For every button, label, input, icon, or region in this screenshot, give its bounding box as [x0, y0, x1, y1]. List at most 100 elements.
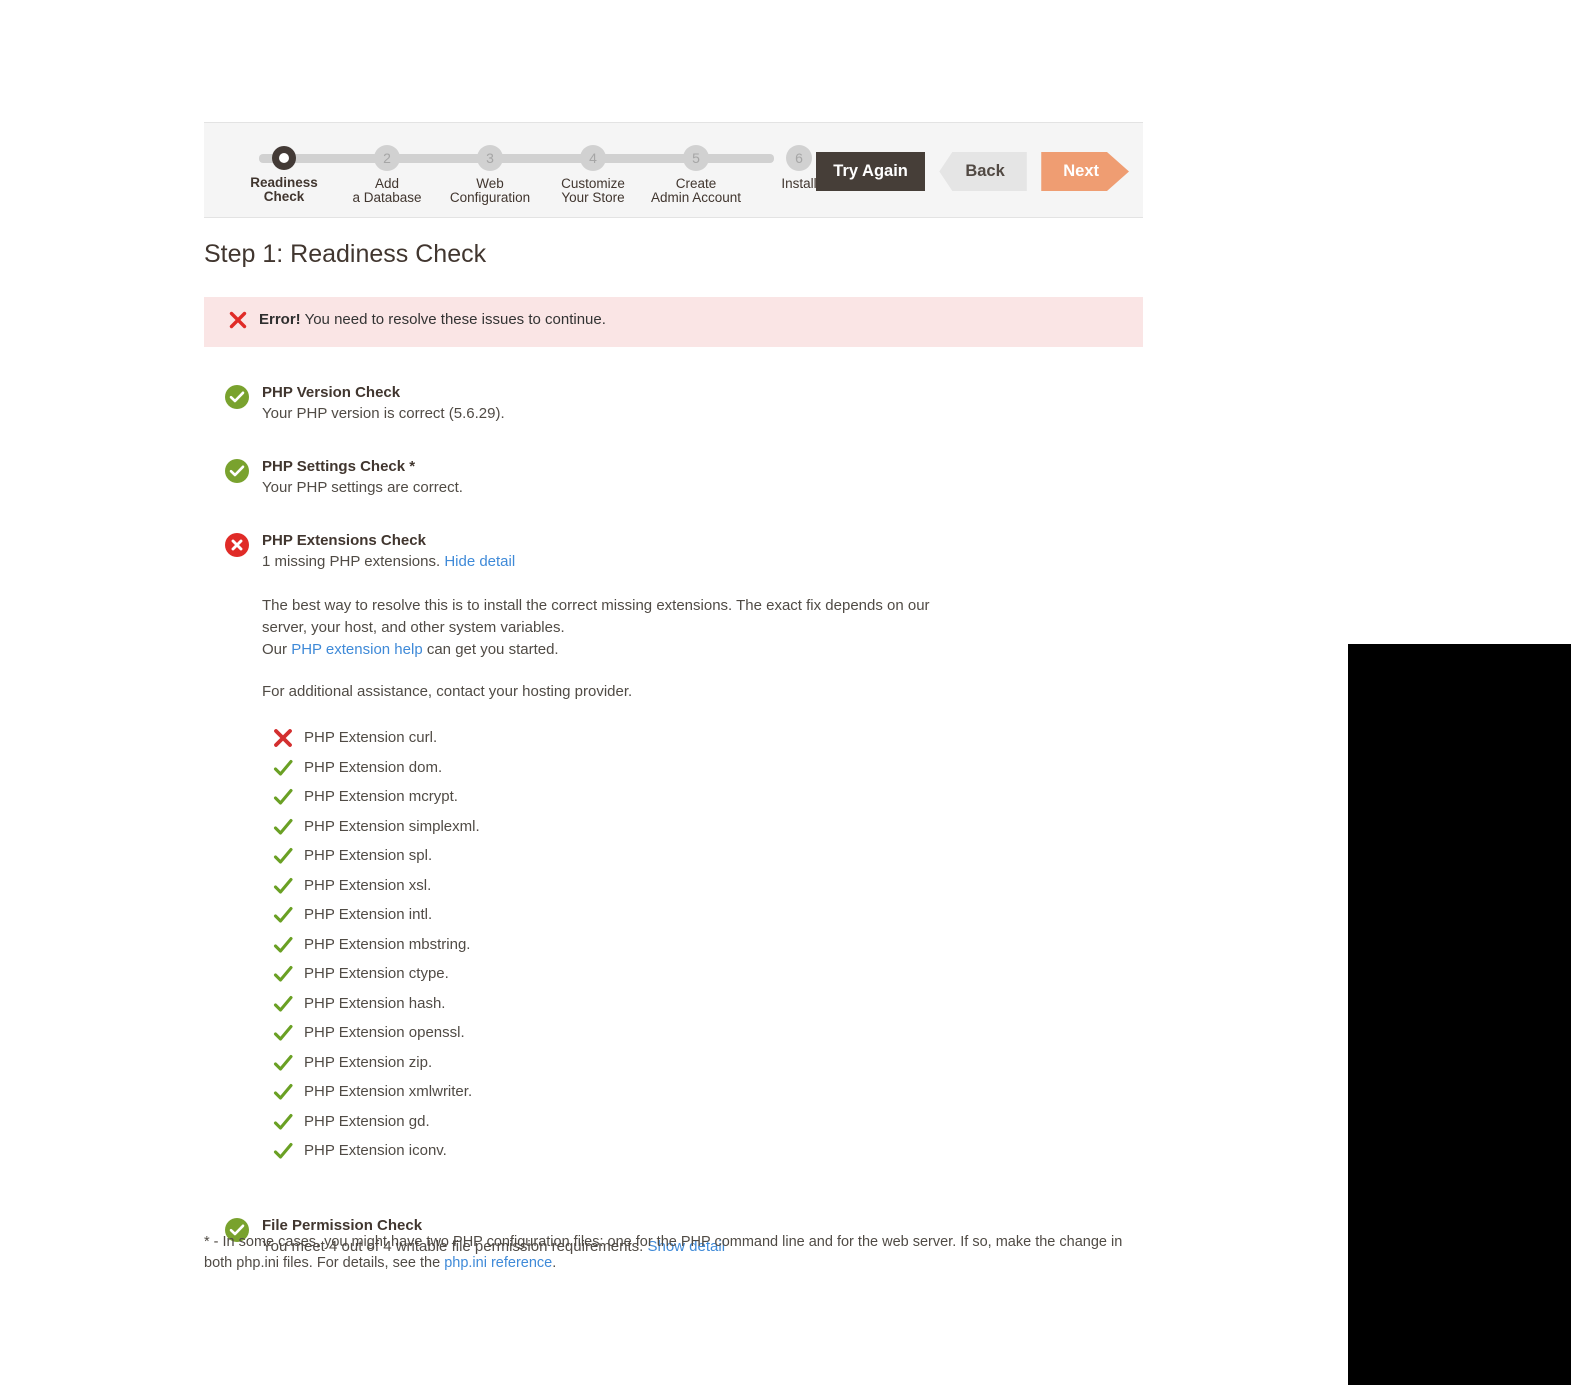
list-item: PHP Extension xmlwriter.	[262, 1077, 942, 1107]
error-x-icon	[228, 310, 248, 332]
success-check-icon	[225, 385, 249, 409]
step-1-label: Readiness Check	[224, 176, 344, 204]
list-item: PHP Extension hash.	[262, 989, 942, 1019]
list-item: PHP Extension spl.	[262, 841, 942, 871]
list-item: PHP Extension mcrypt.	[262, 782, 942, 812]
extension-ok-check-icon	[272, 757, 294, 779]
step-3-label-line-2: Configuration	[449, 190, 531, 205]
php-extensions-check-desc-line: 1 missing PHP extensions. Hide detail	[262, 551, 1154, 573]
list-item: PHP Extension intl.	[262, 900, 942, 930]
step-5-label: Create Admin Account	[636, 177, 756, 205]
step-5-label-line-1: Create	[675, 176, 717, 191]
php-extensions-check-desc: 1 missing PHP extensions.	[262, 553, 441, 570]
php-extensions-detail: The best way to resolve this is to insta…	[262, 595, 942, 1166]
php-settings-check-title: PHP Settings Check *	[262, 458, 416, 475]
extension-ok-check-icon	[272, 1111, 294, 1133]
step-2-label-line-1: Add	[374, 176, 400, 191]
extension-label: PHP Extension openssl.	[304, 1024, 465, 1041]
list-item: PHP Extension openssl.	[262, 1018, 942, 1048]
extension-label: PHP Extension zip.	[304, 1053, 433, 1071]
extension-label: PHP Extension xmlwriter.	[304, 1083, 473, 1100]
list-item: PHP Extension mbstring.	[262, 930, 942, 960]
php-extension-list: PHP Extension curl. PHP Extension dom. P…	[262, 723, 942, 1166]
extension-help-text-1: The best way to resolve this is to insta…	[262, 597, 930, 636]
extension-ok-check-icon	[272, 875, 294, 897]
php-settings-check-desc: Your PHP settings are correct.	[262, 479, 463, 496]
extension-label: PHP Extension iconv.	[304, 1142, 447, 1159]
wizard-step-3[interactable]: 3 Web Configuration	[430, 123, 550, 205]
step-3-label-line-1: Web	[476, 176, 504, 191]
php-extensions-check-row: PHP Extensions Check 1 missing PHP exten…	[204, 531, 1154, 1166]
wizard-step-4[interactable]: 4 Customize Your Store	[533, 123, 653, 205]
next-button[interactable]: Next	[1041, 152, 1129, 191]
extension-ok-check-icon	[272, 1140, 294, 1162]
error-alert-strong: Error!	[259, 311, 301, 328]
extension-label: PHP Extension curl.	[304, 729, 438, 746]
step-4-label-line-1: Customize	[561, 176, 625, 191]
wizard-step-2[interactable]: 2 Add a Database	[327, 123, 447, 205]
extension-label: PHP Extension xsl.	[304, 876, 432, 894]
wizard-steps: 1 Readiness Check 2 Add a Database 3 Web…	[224, 123, 824, 219]
extension-ok-check-icon	[272, 845, 294, 867]
back-button[interactable]: Back	[939, 152, 1027, 191]
list-item: PHP Extension gd.	[262, 1107, 942, 1137]
extension-label: PHP Extension dom.	[304, 758, 443, 776]
php-extension-help-link[interactable]: PHP extension help	[291, 641, 422, 658]
php-ini-reference-link[interactable]: php.ini reference	[444, 1255, 552, 1271]
extension-label: PHP Extension hash.	[304, 994, 446, 1012]
step-2-label-line-2: a Database	[352, 190, 422, 205]
extension-label: PHP Extension mbstring.	[304, 935, 471, 953]
step-1-label-line-2: Check	[263, 189, 305, 204]
extension-fail-x-icon	[272, 727, 294, 749]
list-item: PHP Extension curl.	[262, 723, 942, 753]
step-5-bullet: 5	[683, 145, 709, 171]
list-item: PHP Extension ctype.	[262, 959, 942, 989]
extension-label: PHP Extension intl.	[304, 906, 433, 923]
step-1-bullet: 1	[272, 146, 296, 170]
extension-ok-check-icon	[272, 1081, 294, 1103]
extension-ok-check-icon	[272, 786, 294, 808]
php-settings-check-row: PHP Settings Check * Your PHP settings a…	[204, 457, 1154, 499]
step-4-label: Customize Your Store	[533, 177, 653, 205]
step-1-label-line-1: Readiness	[250, 175, 318, 190]
extension-ok-check-icon	[272, 934, 294, 956]
extension-label: PHP Extension ctype.	[304, 965, 449, 982]
installer-page: 1 Readiness Check 2 Add a Database 3 Web…	[0, 0, 1571, 1385]
extension-ok-check-icon	[272, 1022, 294, 1044]
extension-ok-check-icon	[272, 816, 294, 838]
extension-label: PHP Extension mcrypt.	[304, 788, 458, 805]
step-2-bullet: 2	[374, 145, 400, 171]
list-item: PHP Extension xsl.	[262, 871, 942, 901]
list-item: PHP Extension simplexml.	[262, 812, 942, 842]
step-4-label-line-2: Your Store	[561, 190, 625, 205]
extension-label: PHP Extension gd.	[304, 1112, 430, 1130]
page-title: Step 1: Readiness Check	[204, 240, 487, 268]
hide-detail-link[interactable]: Hide detail	[444, 553, 515, 570]
main-content: Step 1: Readiness Check Error! You need …	[204, 240, 1154, 1290]
extension-help-prefix: Our	[262, 641, 292, 658]
list-item: PHP Extension iconv.	[262, 1136, 942, 1166]
extension-label: PHP Extension simplexml.	[304, 817, 480, 835]
error-circle-icon	[225, 533, 249, 557]
php-extensions-check-title: PHP Extensions Check	[262, 532, 426, 549]
extension-label: PHP Extension spl.	[304, 847, 433, 864]
try-again-button[interactable]: Try Again	[816, 152, 925, 191]
step-6-bullet: 6	[786, 145, 812, 171]
step-3-label: Web Configuration	[430, 177, 550, 205]
wizard-step-5[interactable]: 5 Create Admin Account	[636, 123, 756, 205]
step-4-bullet: 4	[580, 145, 606, 171]
wizard-actions: Try Again Back Next	[816, 152, 1129, 192]
footnote-text-before: * - In some cases, you might have two PH…	[204, 1234, 1123, 1271]
extension-ok-check-icon	[272, 963, 294, 985]
php-version-check-desc: Your PHP version is correct (5.6.29).	[262, 405, 505, 422]
step-2-label: Add a Database	[327, 177, 447, 205]
extension-ok-check-icon	[272, 904, 294, 926]
extension-help-paragraph-1: The best way to resolve this is to insta…	[262, 595, 942, 661]
wizard-nav-panel: 1 Readiness Check 2 Add a Database 3 Web…	[204, 122, 1143, 218]
list-item: PHP Extension dom.	[262, 753, 942, 783]
black-overlay-region	[1348, 644, 1571, 1385]
footnote-text-after: .	[552, 1255, 557, 1271]
wizard-step-1[interactable]: 1 Readiness Check	[224, 123, 344, 204]
extension-ok-check-icon	[272, 1052, 294, 1074]
error-alert-text: You need to resolve these issues to cont…	[300, 311, 606, 328]
